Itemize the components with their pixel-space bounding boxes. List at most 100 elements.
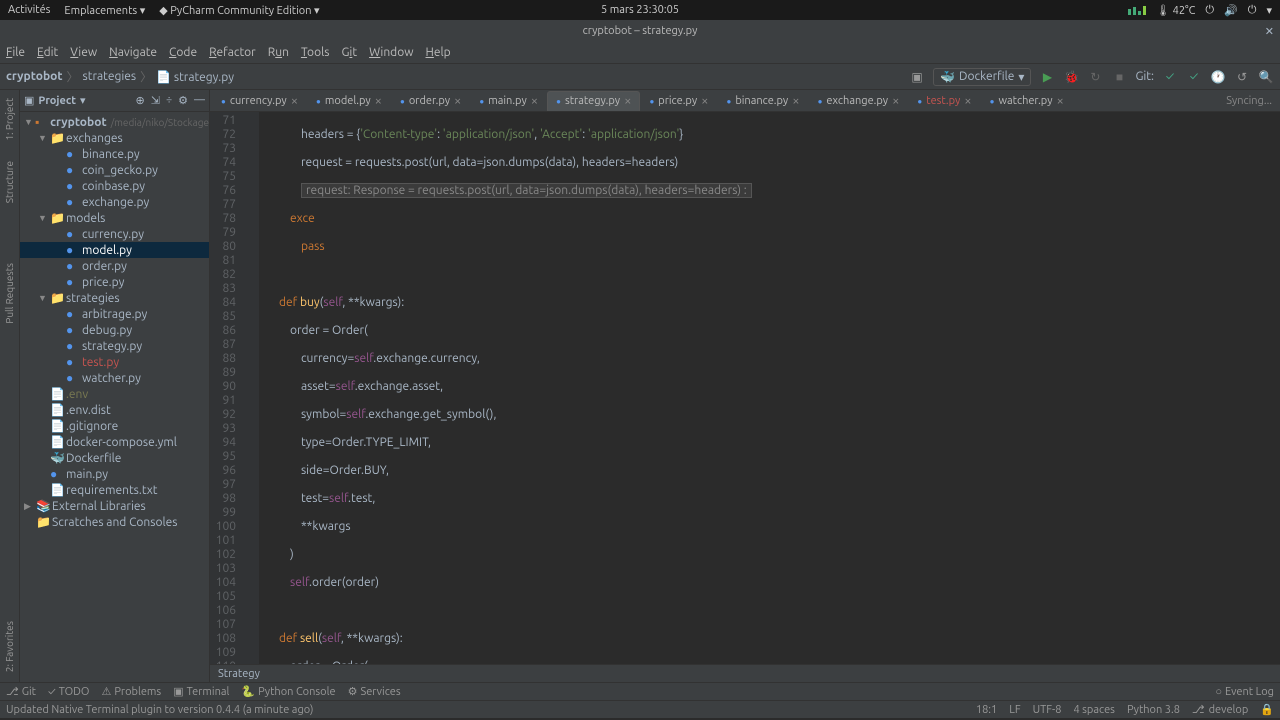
temp-indicator[interactable]: 🌡 42°C — [1156, 4, 1195, 17]
tree-file[interactable]: ●test.py — [20, 354, 209, 370]
search-icon[interactable]: 🔍 — [1258, 69, 1274, 85]
file-encoding[interactable]: UTF-8 — [1033, 703, 1062, 716]
tab-active[interactable]: ●strategy.py× — [547, 91, 640, 111]
tree-external-libraries[interactable]: ▶📚External Libraries — [20, 498, 209, 514]
pull-requests-tab[interactable]: Pull Requests — [4, 263, 15, 324]
volume-icon[interactable]: 🔊 — [1224, 4, 1238, 17]
tab[interactable]: ●main.py× — [470, 91, 547, 111]
menu-code[interactable]: Code — [169, 46, 197, 59]
tree-file[interactable]: 📄docker-compose.yml — [20, 434, 209, 450]
menu-window[interactable]: Window — [369, 46, 413, 59]
terminal-tool[interactable]: ▣ Terminal — [173, 685, 229, 698]
chevron-down-icon[interactable]: ▾ — [80, 94, 86, 107]
git-update-icon[interactable]: ✓ — [1162, 69, 1178, 85]
tree-file[interactable]: 🐳Dockerfile — [20, 450, 209, 466]
tree-file[interactable]: ●coin_gecko.py — [20, 162, 209, 178]
tree-file[interactable]: 📄.env.dist — [20, 402, 209, 418]
git-history-icon[interactable]: 🕐 — [1210, 69, 1226, 85]
indent-setting[interactable]: 4 spaces — [1073, 703, 1115, 716]
terminal-icon[interactable]: ▣ — [909, 69, 925, 85]
gnome-activities[interactable]: Activités — [8, 4, 50, 17]
gnome-clock[interactable]: 5 mars 23:30:05 — [601, 4, 679, 16]
tree-scratches[interactable]: 📁Scratches and Consoles — [20, 514, 209, 530]
cursor-position[interactable]: 18:1 — [976, 703, 997, 716]
tree-file[interactable]: ●debug.py — [20, 322, 209, 338]
tree-folder-strategies[interactable]: ▼📁strategies — [20, 290, 209, 306]
menu-navigate[interactable]: Navigate — [109, 46, 157, 59]
menu-tools[interactable]: Tools — [301, 46, 330, 59]
stop-button[interactable]: ■ — [1111, 69, 1127, 85]
tab[interactable]: ●test.py× — [908, 91, 980, 111]
python-interpreter[interactable]: Python 3.8 — [1127, 703, 1180, 716]
git-tool[interactable]: ⎇ Git — [6, 685, 36, 698]
tab[interactable]: ●watcher.py× — [981, 91, 1073, 111]
tree-file[interactable]: ●coinbase.py — [20, 178, 209, 194]
code-breadcrumb[interactable]: Strategy — [210, 664, 1280, 682]
tree-file[interactable]: 📄.env — [20, 386, 209, 402]
gnome-app[interactable]: ◆ PyCharm Community Edition ▾ — [159, 4, 319, 17]
breadcrumb-root[interactable]: cryptobot — [6, 70, 63, 83]
tab[interactable]: ●order.py× — [391, 91, 470, 111]
tree-file[interactable]: ●strategy.py — [20, 338, 209, 354]
tab[interactable]: ●currency.py× — [212, 91, 307, 111]
tree-file[interactable]: ●order.py — [20, 258, 209, 274]
collapse-all-icon[interactable]: ÷ — [166, 94, 172, 107]
tree-file-selected[interactable]: ●model.py — [20, 242, 209, 258]
tree-file[interactable]: ●exchange.py — [20, 194, 209, 210]
tree-folder-exchanges[interactable]: ▼📁exchanges — [20, 130, 209, 146]
todo-tool[interactable]: ✓ TODO — [48, 686, 90, 698]
debug-button[interactable]: 🐞 — [1063, 69, 1079, 85]
menu-view[interactable]: View — [70, 46, 97, 59]
tab[interactable]: ●price.py× — [640, 91, 717, 111]
sysmon-icon[interactable] — [1128, 6, 1146, 15]
code-content[interactable]: headers = {'Content-type': 'application/… — [260, 112, 1280, 664]
tree-file[interactable]: ●binance.py — [20, 146, 209, 162]
fold-column[interactable] — [248, 112, 260, 664]
services-tool[interactable]: ⚙ Services — [348, 685, 401, 698]
menu-git[interactable]: Git — [341, 46, 357, 59]
expand-all-icon[interactable]: ⇲ — [151, 94, 160, 107]
event-log-tool[interactable]: ○ Event Log — [1215, 686, 1274, 698]
tab[interactable]: ●binance.py× — [717, 91, 808, 111]
tree-file[interactable]: ●price.py — [20, 274, 209, 290]
breadcrumb-file[interactable]: 📄 strategy.py — [156, 70, 234, 84]
tab[interactable]: ●exchange.py× — [809, 91, 909, 111]
tree-file[interactable]: 📄.gitignore — [20, 418, 209, 434]
favorites-tab[interactable]: 2: Favorites — [4, 621, 15, 672]
run-config-selector[interactable]: 🐳 Dockerfile ▾ — [933, 68, 1031, 86]
tree-file[interactable]: ●currency.py — [20, 226, 209, 242]
gear-icon[interactable]: ⚙ — [178, 94, 188, 107]
coverage-button[interactable]: ↻ — [1087, 69, 1103, 85]
gnome-places[interactable]: Emplacements ▾ — [64, 4, 145, 17]
tree-file[interactable]: ●main.py — [20, 466, 209, 482]
git-rollback-icon[interactable]: ↺ — [1234, 69, 1250, 85]
code-editor[interactable]: 7172737475767778798081828384858687888990… — [210, 112, 1280, 664]
tree-file[interactable]: 📄requirements.txt — [20, 482, 209, 498]
tree-root[interactable]: ▼▪cryptobot/media/niko/Stockage — [20, 114, 209, 130]
select-opened-file-icon[interactable]: ⊕ — [136, 94, 145, 107]
network-icon[interactable]: ⏻ — [1205, 4, 1214, 17]
problems-tool[interactable]: ⚠ Problems — [101, 685, 161, 698]
git-branch[interactable]: ⎇ develop — [1192, 703, 1248, 716]
run-button[interactable]: ▶ — [1039, 69, 1055, 85]
structure-tool-tab[interactable]: Structure — [4, 161, 15, 203]
breadcrumb-folder[interactable]: strategies — [83, 70, 137, 83]
close-window-icon[interactable]: ✕ — [1265, 25, 1274, 38]
tree-folder-models[interactable]: ▼📁models — [20, 210, 209, 226]
menu-run[interactable]: Run — [268, 46, 289, 59]
power-icon[interactable]: ⏻ — [1248, 4, 1257, 17]
project-tool-tab[interactable]: 1: Project — [4, 98, 15, 141]
hide-panel-icon[interactable]: — — [194, 94, 205, 107]
dropdown-icon[interactable]: ▾ — [1266, 4, 1272, 17]
menu-refactor[interactable]: Refactor — [209, 46, 256, 59]
lock-icon[interactable]: 🔒 — [1260, 703, 1274, 716]
tab[interactable]: ●model.py× — [307, 91, 391, 111]
git-commit-icon[interactable]: ✓ — [1186, 69, 1202, 85]
python-console-tool[interactable]: 🐍 Python Console — [241, 685, 335, 698]
line-separator[interactable]: LF — [1009, 703, 1020, 716]
menu-help[interactable]: Help — [426, 46, 451, 59]
tree-file[interactable]: ●watcher.py — [20, 370, 209, 386]
menu-edit[interactable]: Edit — [37, 46, 58, 59]
menu-file[interactable]: File — [6, 46, 25, 59]
tree-file[interactable]: ●arbitrage.py — [20, 306, 209, 322]
